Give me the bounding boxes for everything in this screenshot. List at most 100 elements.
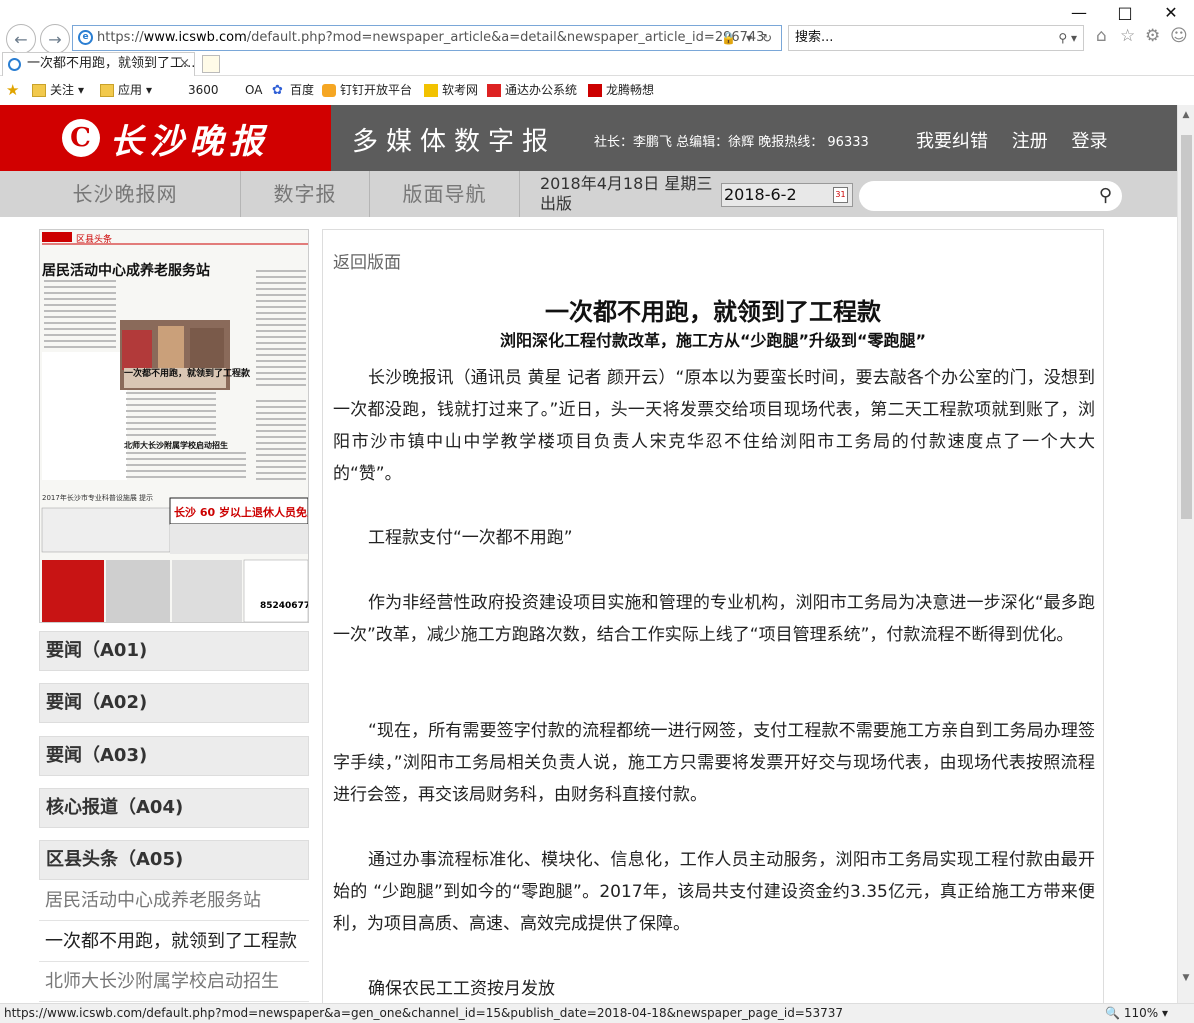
search-icon[interactable]: ⚲: [1099, 185, 1112, 206]
favorite-item-8[interactable]: 龙腾畅想: [588, 78, 654, 102]
maximize-button[interactable]: □: [1102, 0, 1148, 24]
favorite-label: 3600: [188, 83, 219, 97]
folder-icon: [32, 83, 46, 97]
search-icon[interactable]: ⚲: [1058, 31, 1067, 45]
article-link-1[interactable]: 居民活动中心成养老服务站: [39, 881, 309, 921]
article-link-3[interactable]: 北师大长沙附属学校启动招生: [39, 962, 309, 1002]
folder-icon: [100, 83, 114, 97]
search-placeholder: 搜索...: [795, 30, 834, 45]
smiley-icon[interactable]: ☺: [1170, 26, 1188, 46]
report-error-link[interactable]: 我要纠错: [916, 131, 988, 152]
section-a01[interactable]: 要闻（A01): [39, 631, 309, 671]
nav-item-digital[interactable]: 数字报: [241, 171, 370, 217]
article-panel: 返回版面 一次都不用跑，就领到了工程款 浏阳深化工程付款改革，施工方从“少跑腿”…: [322, 229, 1104, 1003]
url-host: www.icswb.com: [143, 30, 247, 45]
address-bar[interactable]: e https://www.icswb.com/default.php?mod=…: [72, 25, 782, 51]
dropdown-icon[interactable]: ▾: [746, 31, 755, 45]
scroll-down-icon[interactable]: ▼: [1178, 970, 1194, 987]
favorite-item-3[interactable]: OA: [245, 78, 262, 102]
browser-chrome: — □ ✕ ← → e https://www.icswb.com/defaul…: [0, 0, 1194, 105]
scroll-up-icon[interactable]: ▲: [1178, 107, 1194, 124]
site-header: C 长沙晚报 多媒体数字报 社长：李鹏飞 总编辑：徐辉 晚报热线： 96333 …: [0, 105, 1177, 171]
web-page: C 长沙晚报 多媒体数字报 社长：李鹏飞 总编辑：徐辉 晚报热线： 96333 …: [0, 105, 1177, 1003]
nav-item-pages[interactable]: 版面导航: [370, 171, 520, 217]
favorites-star-icon[interactable]: ☆: [1120, 26, 1135, 46]
date-picker-input[interactable]: 2018-6-2 31: [721, 183, 853, 207]
zoom-level: 110%: [1123, 1006, 1159, 1020]
section-a03[interactable]: 要闻（A03): [39, 736, 309, 776]
site-title: 多媒体数字报: [352, 127, 557, 157]
thumbnail-headline-3: 北师大长沙附属学校启动招生: [124, 441, 228, 450]
svg-text:2017年长沙市专业科普设施展 提示: 2017年长沙市专业科普设施展 提示: [42, 493, 153, 502]
close-window-button[interactable]: ✕: [1148, 0, 1194, 24]
scrollbar-thumb[interactable]: [1181, 135, 1192, 519]
favorite-item-2[interactable]: 3600: [188, 78, 219, 102]
ruankao-icon: [424, 83, 438, 97]
thumbnail-phone: 85240677: [260, 601, 309, 611]
tongda-icon: [487, 83, 501, 97]
new-tab-button[interactable]: [202, 55, 220, 73]
article-link-2-current[interactable]: 一次都不用跑，就领到了工程款: [39, 922, 309, 962]
add-favorite-icon[interactable]: ★: [6, 78, 19, 102]
status-url: https://www.icswb.com/default.php?mod=ne…: [4, 1006, 844, 1020]
favorite-item-0[interactable]: 关注 ▾: [32, 78, 84, 102]
tab-title: 一次都不用跑，就领到了工...: [27, 56, 195, 71]
article-subhead: 浏阳深化工程付款改革，施工方从“少跑腿”升级到“零跑腿”: [499, 331, 927, 350]
ie-icon: e: [78, 30, 93, 45]
logo-mark-icon: C: [61, 119, 100, 157]
lock-icon[interactable]: 🔒: [721, 31, 739, 45]
login-link[interactable]: 登录: [1071, 131, 1107, 152]
favorite-label: 通达办公系统: [505, 83, 578, 97]
home-icon[interactable]: ⌂: [1096, 26, 1107, 46]
address-controls: 🔒 ▾ ↻: [721, 26, 775, 50]
dingtalk-icon: [322, 83, 336, 97]
site-logo[interactable]: C 长沙晚报: [0, 105, 331, 171]
section-a02[interactable]: 要闻（A02): [39, 683, 309, 723]
nav-item-home[interactable]: 长沙晚报网: [0, 171, 241, 217]
refresh-icon[interactable]: ↻: [762, 31, 775, 45]
status-bar: https://www.icswb.com/default.php?mod=ne…: [0, 1003, 1194, 1023]
favorite-item-7[interactable]: 通达办公系统: [487, 78, 577, 102]
staff-info: 社长：李鹏飞 总编辑：徐辉 晚报热线： 96333: [594, 135, 869, 150]
page-thumbnail[interactable]: 2017年长沙市专业科普设施展 提示 长沙 60 岁以上退休人员免费领取 852…: [39, 229, 309, 623]
baidu-icon: ✿: [272, 82, 283, 98]
back-to-page-link[interactable]: 返回版面: [333, 248, 401, 273]
tab-current[interactable]: 一次都不用跑，就领到了工... ×: [2, 52, 195, 76]
favorite-label: 钉钉开放平台: [340, 83, 413, 97]
url-path: /default.php?mod=newspaper_article&a=det…: [246, 30, 765, 45]
chevron-down-icon: ▾: [146, 83, 153, 97]
article-paragraph: 长沙晚报讯（通讯员 黄星 记者 颜开云）“原本以为要蛮长时间，要去敲各个办公室的…: [333, 368, 1095, 484]
favorite-item-4[interactable]: ✿ 百度: [272, 78, 314, 102]
vertical-scrollbar[interactable]: ▲ ▼: [1177, 105, 1194, 1003]
site-search-input[interactable]: ⚲: [859, 181, 1122, 211]
register-link[interactable]: 注册: [1012, 131, 1048, 152]
article-paragraph: “现在，所有需要签字付款的流程都统一进行网签，支付工程款不需要施工方亲自到工务局…: [333, 721, 1095, 805]
article-subheading: 工程款支付“一次都不用跑”: [368, 528, 573, 548]
back-button[interactable]: ←: [6, 24, 36, 54]
article-headline: 一次都不用跑，就领到了工程款: [545, 298, 881, 326]
minimize-button[interactable]: —: [1056, 0, 1102, 24]
favorite-label: 龙腾畅想: [606, 83, 655, 97]
search-dropdown-icon[interactable]: ▾: [1071, 31, 1077, 45]
calendar-icon[interactable]: 31: [833, 187, 848, 203]
section-a05[interactable]: 区县头条（A05): [39, 840, 309, 880]
page-thumbnail-image: 2017年长沙市专业科普设施展 提示 长沙 60 岁以上退休人员免费领取 852…: [40, 230, 309, 622]
header-links: 我要纠错 注册 登录: [916, 127, 1125, 153]
section-a04[interactable]: 核心报道（A04): [39, 788, 309, 828]
favorites-bar: ★ 关注 ▾ 应用 ▾ 3600 OA ✿ 百度 钉钉开放平台 软考网 通达办公系统 …: [0, 78, 1194, 103]
favorite-item-5[interactable]: 钉钉开放平台: [322, 78, 412, 102]
close-tab-icon[interactable]: ×: [179, 53, 190, 75]
thumbnail-headline-1: 居民活动中心成养老服务站: [42, 263, 210, 279]
zoom-control[interactable]: 🔍 110% ▾: [1105, 1004, 1168, 1022]
article-subheading: 确保农民工工资按月发放: [368, 979, 555, 999]
gear-icon[interactable]: ⚙: [1145, 26, 1160, 46]
favorite-label: 关注: [50, 83, 75, 97]
favorite-item-1[interactable]: 应用 ▾: [100, 78, 152, 102]
favorite-item-6[interactable]: 软考网: [424, 78, 478, 102]
arrow-right-icon: →: [48, 29, 62, 49]
browser-search-input[interactable]: 搜索... ⚲ ▾: [788, 25, 1084, 51]
thumbnail-section-label: 区县头条: [76, 235, 113, 245]
arrow-left-icon: ←: [14, 29, 28, 49]
forward-button[interactable]: →: [40, 24, 70, 54]
ie-icon: [8, 58, 21, 71]
